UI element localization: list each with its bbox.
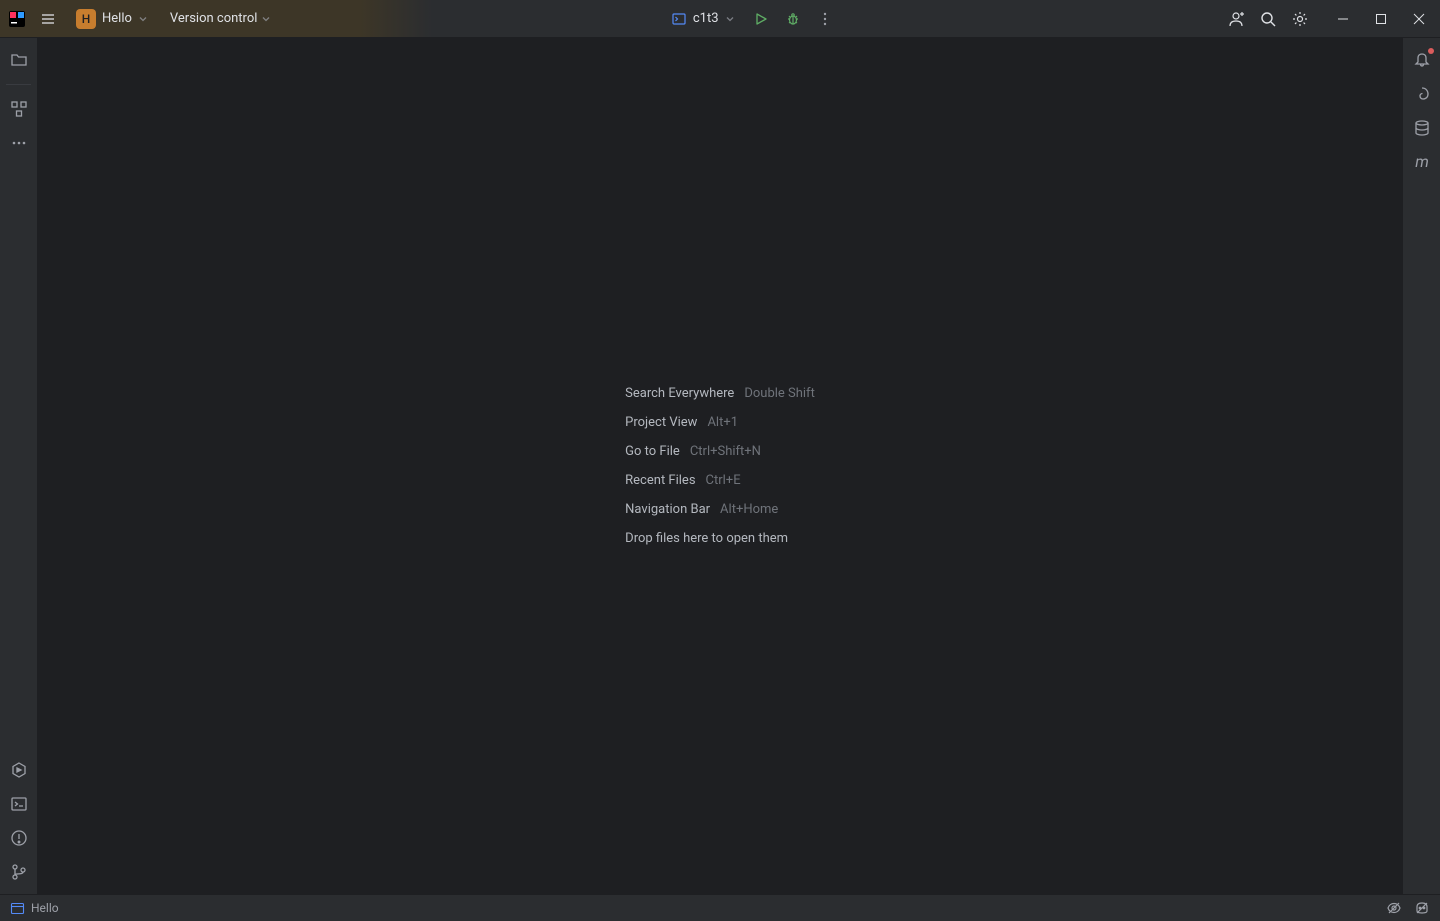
maven-tool-button[interactable]: m <box>1406 146 1438 178</box>
gear-icon <box>1291 10 1309 28</box>
services-icon <box>10 761 28 779</box>
minimize-icon <box>1337 13 1349 25</box>
chevron-down-icon <box>725 14 735 24</box>
status-inspections-button[interactable] <box>1386 900 1402 916</box>
play-icon <box>753 11 769 27</box>
copilot-off-icon <box>1414 900 1430 916</box>
run-config-selector[interactable]: c1t3 <box>663 7 743 31</box>
left-toolbar <box>0 38 38 894</box>
vcs-label: Version control <box>170 11 258 26</box>
git-tool-button[interactable] <box>3 856 35 888</box>
structure-tool-button[interactable] <box>3 93 35 125</box>
more-vertical-icon <box>817 11 833 27</box>
project-name-label: Hello <box>102 11 132 26</box>
version-control-button[interactable]: Version control <box>162 7 280 30</box>
search-everywhere-button[interactable] <box>1254 5 1282 33</box>
welcome-action-recent-files: Recent Files Ctrl+E <box>625 473 815 488</box>
project-selector[interactable]: H Hello <box>70 7 154 31</box>
add-person-icon <box>1227 10 1245 28</box>
welcome-action-go-to-file: Go to File Ctrl+Shift+N <box>625 444 815 459</box>
titlebar: H Hello Version control c1t3 <box>0 0 1440 38</box>
close-window-button[interactable] <box>1406 6 1432 32</box>
run-config-label: c1t3 <box>693 11 719 26</box>
run-button[interactable] <box>747 5 775 33</box>
welcome-action-navigation-bar: Navigation Bar Alt+Home <box>625 502 815 517</box>
close-icon <box>1413 13 1425 25</box>
status-project-label: Hello <box>31 901 59 915</box>
services-tool-button[interactable] <box>3 754 35 786</box>
welcome-action-search: Search Everywhere Double Shift <box>625 386 815 401</box>
more-actions-button[interactable] <box>811 5 839 33</box>
project-badge: H <box>76 9 96 29</box>
minimize-window-button[interactable] <box>1330 6 1356 32</box>
chevron-down-icon <box>261 14 271 24</box>
main-menu-button[interactable] <box>34 5 62 33</box>
intellij-icon <box>8 10 26 28</box>
bell-icon <box>1413 51 1431 69</box>
code-with-me-button[interactable] <box>1222 5 1250 33</box>
chevron-down-icon <box>138 14 148 24</box>
more-tools-button[interactable] <box>3 127 35 159</box>
notification-indicator <box>1428 48 1434 54</box>
right-toolbar: m <box>1402 38 1440 894</box>
status-copilot-button[interactable] <box>1414 900 1430 916</box>
settings-button[interactable] <box>1286 5 1314 33</box>
ai-assistant-button[interactable] <box>1406 78 1438 110</box>
statusbar: Hello <box>0 894 1440 921</box>
editor-empty-state[interactable]: Search Everywhere Double Shift Project V… <box>38 38 1402 894</box>
terminal-icon <box>671 11 687 27</box>
git-branch-icon <box>10 863 28 881</box>
maximize-icon <box>1375 13 1387 25</box>
maximize-window-button[interactable] <box>1368 6 1394 32</box>
more-horizontal-icon <box>10 134 28 152</box>
status-project-button[interactable]: Hello <box>10 901 59 916</box>
spiral-icon <box>1413 85 1431 103</box>
terminal-tool-button[interactable] <box>3 788 35 820</box>
svg-text:m: m <box>1415 152 1429 171</box>
eye-off-icon <box>1386 900 1402 916</box>
structure-icon <box>10 100 28 118</box>
database-tool-button[interactable] <box>1406 112 1438 144</box>
notifications-button[interactable] <box>1406 44 1438 76</box>
problems-tool-button[interactable] <box>3 822 35 854</box>
warning-icon <box>10 829 28 847</box>
maven-icon: m <box>1412 152 1432 172</box>
welcome-action-project-view: Project View Alt+1 <box>625 415 815 430</box>
drop-files-hint: Drop files here to open them <box>625 531 815 546</box>
terminal-icon <box>10 795 28 813</box>
search-icon <box>1259 10 1277 28</box>
window-icon <box>10 901 25 916</box>
debug-button[interactable] <box>779 5 807 33</box>
bug-icon <box>785 11 801 27</box>
database-icon <box>1413 119 1431 137</box>
folder-icon <box>10 51 28 69</box>
project-tool-button[interactable] <box>3 44 35 76</box>
